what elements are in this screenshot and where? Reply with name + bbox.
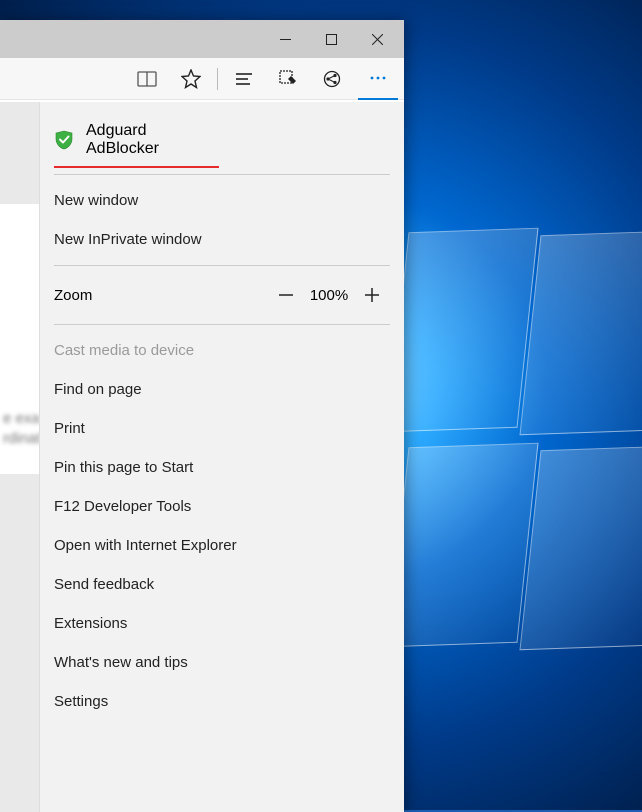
maximize-button[interactable] [308, 24, 354, 54]
menu-item-extension[interactable]: Adguard AdBlocker [54, 112, 219, 168]
menu-item-dev-tools[interactable]: F12 Developer Tools [54, 487, 390, 526]
menu-item-print[interactable]: Print [54, 409, 390, 448]
menu-item-new-window[interactable]: New window [54, 181, 390, 220]
page-content-sliver: e exa rdinat [0, 102, 39, 812]
menu-item-cast: Cast media to device [54, 331, 390, 370]
zoom-in-button[interactable] [354, 286, 390, 304]
zoom-label: Zoom [54, 287, 268, 304]
toolbar-separator [217, 68, 218, 90]
more-button[interactable] [358, 58, 398, 100]
menu-separator [54, 174, 390, 175]
edge-more-menu: Adguard AdBlocker New window New InPriva… [39, 102, 404, 812]
menu-item-whats-new[interactable]: What's new and tips [54, 643, 390, 682]
windows-logo-pane [519, 446, 642, 651]
menu-item-new-inprivate[interactable]: New InPrivate window [54, 220, 390, 259]
share-icon[interactable] [314, 61, 350, 97]
menu-item-pin-to-start[interactable]: Pin this page to Start [54, 448, 390, 487]
minimize-button[interactable] [262, 24, 308, 54]
extension-name: Adguard AdBlocker [86, 122, 219, 158]
window-titlebar [0, 20, 404, 58]
menu-item-find-on-page[interactable]: Find on page [54, 370, 390, 409]
menu-separator [54, 265, 390, 266]
adguard-shield-icon [54, 130, 74, 150]
close-button[interactable] [354, 24, 400, 54]
menu-item-extensions[interactable]: Extensions [54, 604, 390, 643]
blurred-text: e exa rdinat [0, 409, 41, 449]
menu-item-send-feedback[interactable]: Send feedback [54, 565, 390, 604]
windows-logo-pane [387, 228, 538, 433]
menu-item-open-ie[interactable]: Open with Internet Explorer [54, 526, 390, 565]
web-note-icon[interactable] [270, 61, 306, 97]
zoom-out-button[interactable] [268, 286, 304, 304]
favorite-star-icon[interactable] [173, 61, 209, 97]
windows-logo-pane [387, 443, 538, 648]
edge-browser-window: e exa rdinat Adguard AdBlocker New windo… [0, 20, 404, 812]
windows-logo-pane [519, 231, 642, 436]
menu-separator [54, 324, 390, 325]
zoom-value: 100% [304, 287, 354, 304]
edge-toolbar [0, 58, 404, 100]
menu-item-zoom: Zoom 100% [54, 272, 390, 318]
page-card: e exa rdinat [0, 204, 41, 474]
menu-item-settings[interactable]: Settings [54, 682, 390, 721]
reading-view-icon[interactable] [129, 61, 165, 97]
hub-icon[interactable] [226, 61, 262, 97]
